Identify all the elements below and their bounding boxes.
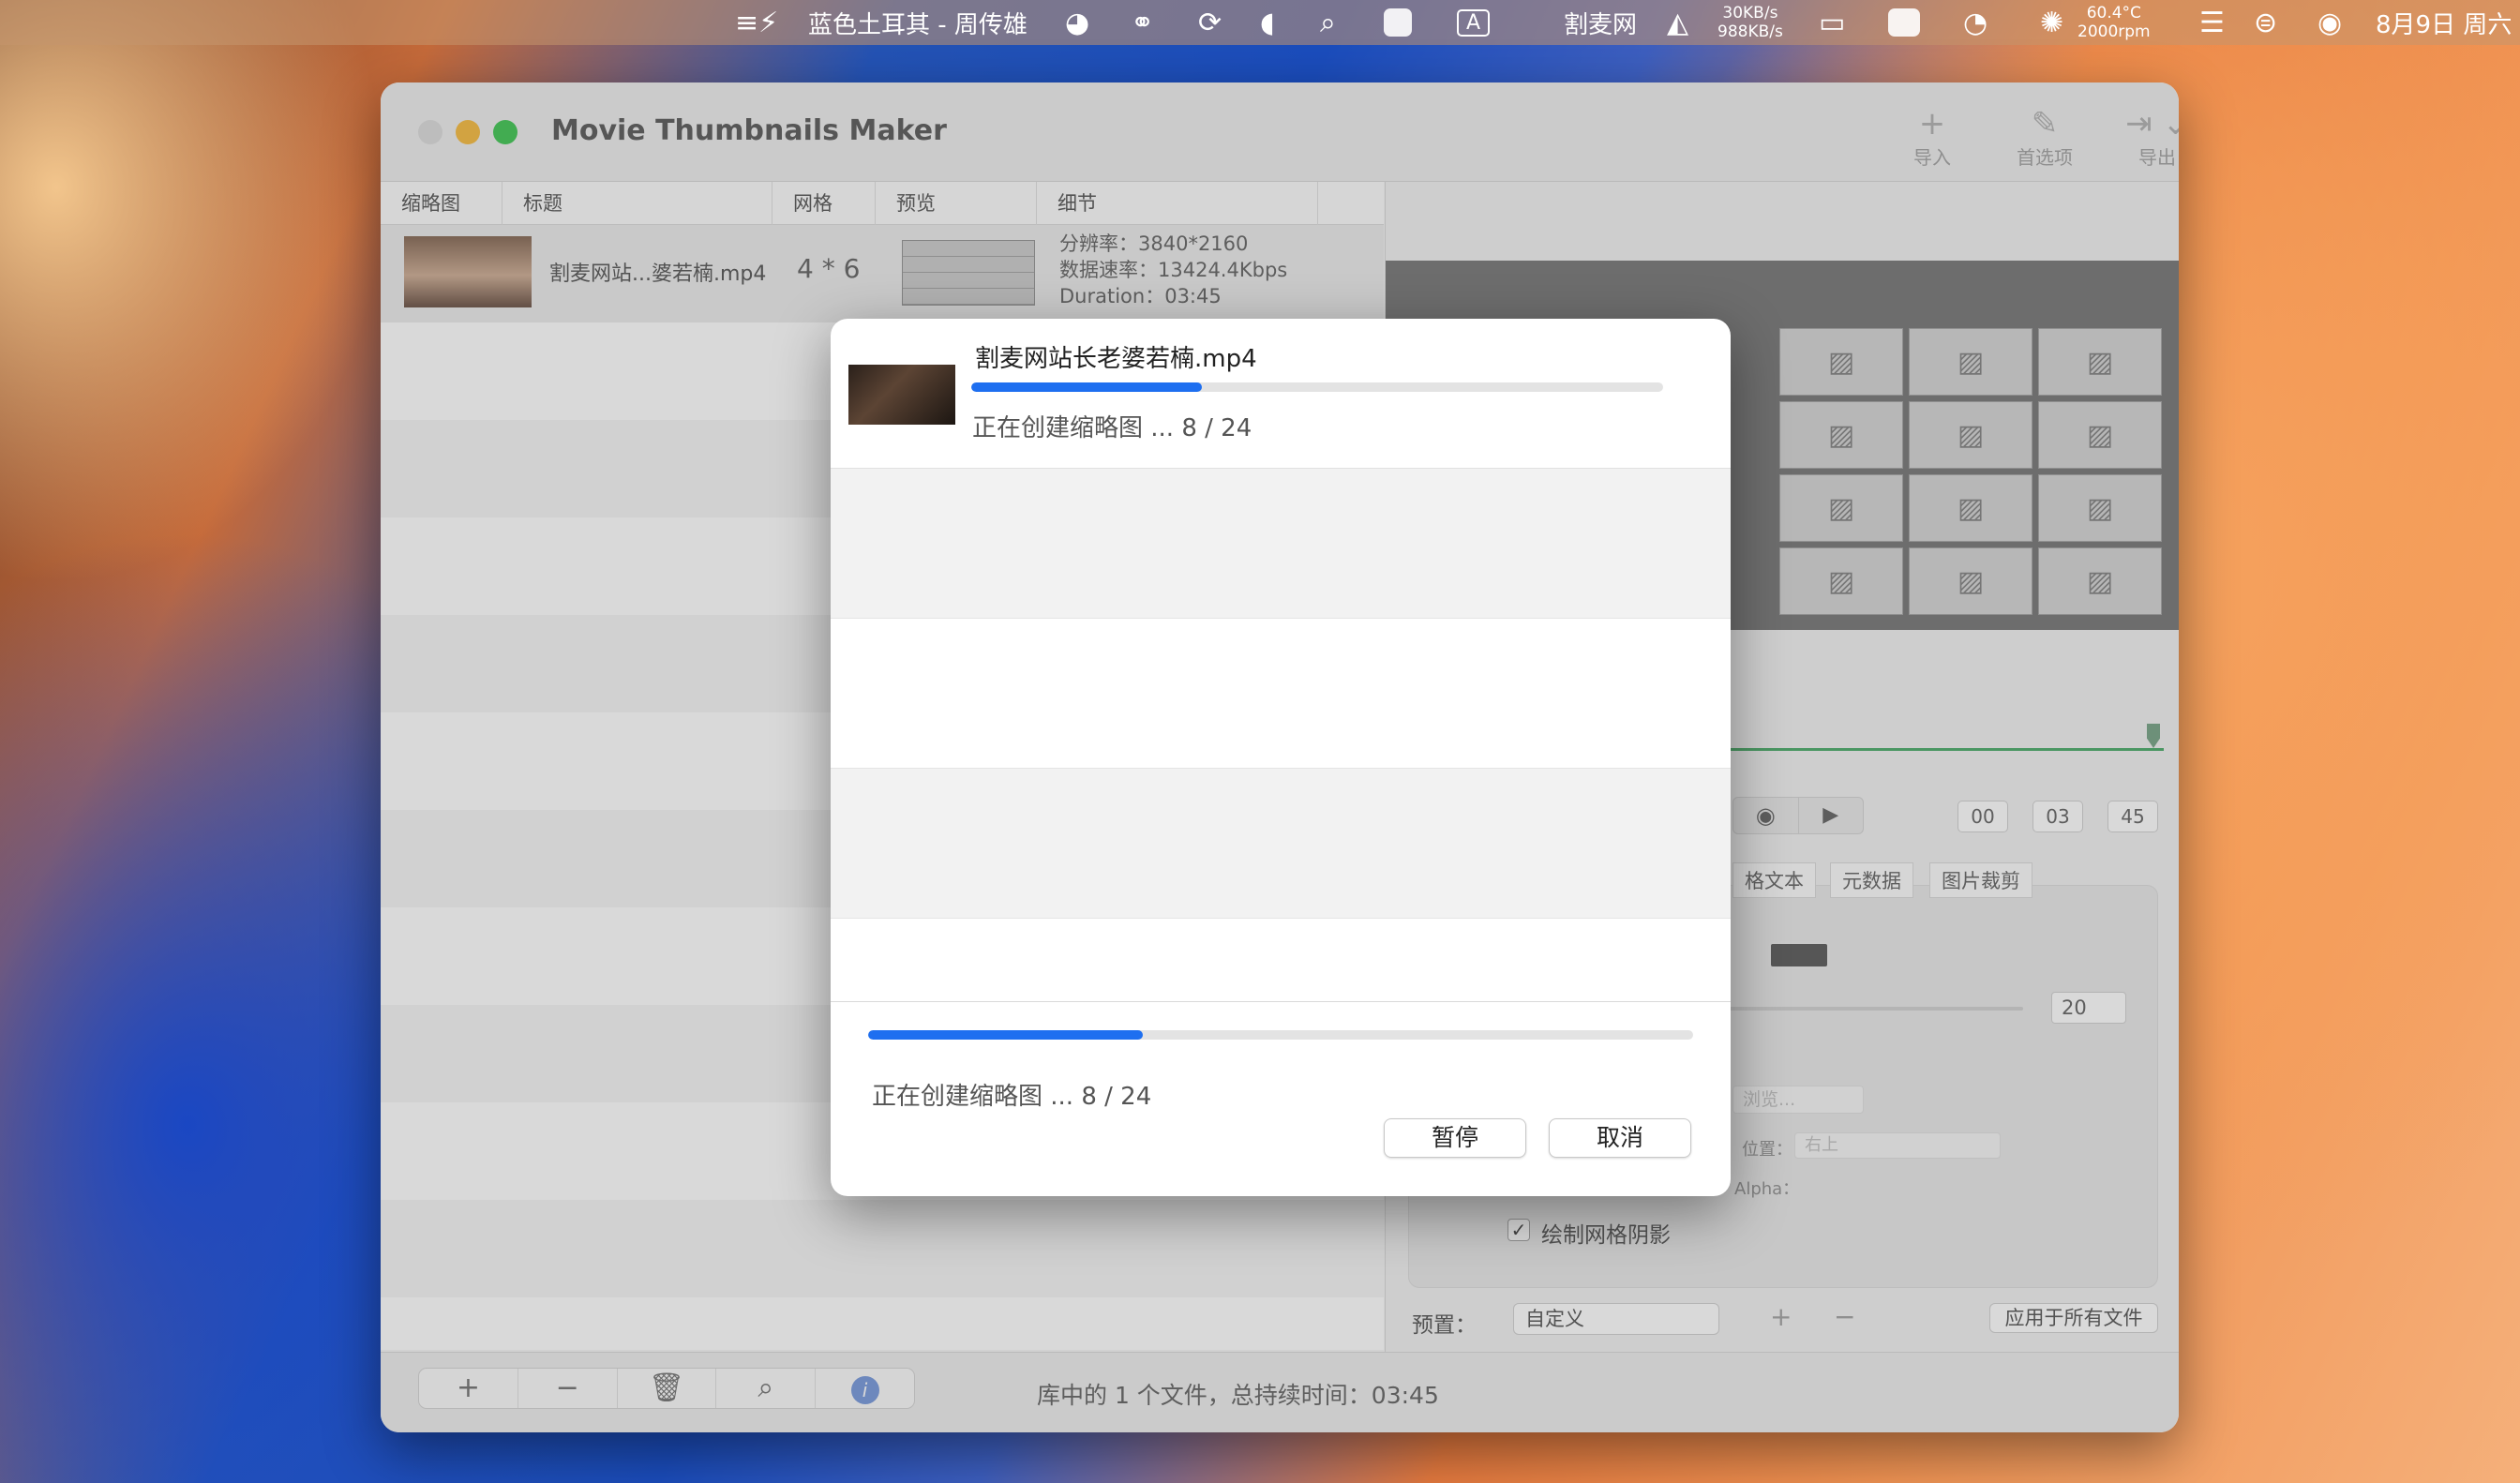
search-icon[interactable]: ⌕ bbox=[1320, 0, 1336, 45]
input-method-icon[interactable]: A bbox=[1457, 0, 1491, 45]
list-item bbox=[831, 769, 1731, 919]
wechat-icon[interactable]: ◔ bbox=[1963, 0, 1988, 45]
progress-dialog: 割麦网站长老婆若楠.mp4 正在创建缩略图 ... 8 / 24 正在创建缩略图… bbox=[831, 319, 1731, 1196]
fan-icon[interactable]: ✺ bbox=[2040, 0, 2063, 45]
control-center-icon[interactable]: ⊜ bbox=[2254, 0, 2277, 45]
list-item bbox=[831, 619, 1731, 769]
link-icon[interactable]: ⚭ bbox=[1131, 0, 1154, 45]
qq-icon[interactable]: ◖ bbox=[1260, 0, 1275, 45]
menu-bar: ≡⚡ 蓝色土耳其 - 周传雄 ◕ ⚭ ⟳ ◖ ⌕ A 割麦网 ◭ 30KB/s … bbox=[0, 0, 2520, 45]
cancel-button[interactable]: 取消 bbox=[1549, 1118, 1691, 1158]
network-speed[interactable]: 30KB/s 988KB/s bbox=[1718, 0, 1783, 45]
dialog-footer: 正在创建缩略图 ... 8 / 24 暂停 取消 bbox=[831, 1001, 1731, 1196]
net-down: 988KB/s bbox=[1718, 22, 1783, 41]
lyrics-icon[interactable]: ≡⚡ bbox=[735, 0, 778, 45]
file-thumbnail bbox=[848, 365, 955, 425]
list-item bbox=[831, 919, 1731, 1001]
siri-icon[interactable]: ◉ bbox=[2318, 0, 2342, 45]
site-label[interactable]: 割麦网 bbox=[1564, 0, 1637, 45]
cow-icon[interactable]: ◕ bbox=[1065, 0, 1089, 45]
overall-progress-bar bbox=[868, 1030, 1693, 1040]
file-name: 割麦网站长老婆若楠.mp4 bbox=[975, 345, 1257, 373]
list-item bbox=[831, 469, 1731, 619]
current-file-item: 割麦网站长老婆若楠.mp4 正在创建缩略图 ... 8 / 24 bbox=[831, 319, 1731, 469]
file-progress-bar bbox=[971, 382, 1663, 392]
system-temp[interactable]: 60.4°C 2000rpm bbox=[2078, 0, 2151, 45]
display-icon[interactable]: ▭ bbox=[1819, 0, 1845, 45]
sync-icon[interactable]: ⟳ bbox=[1198, 0, 1222, 45]
pause-button[interactable]: 暂停 bbox=[1384, 1118, 1526, 1158]
list-icon[interactable]: ☰ bbox=[2199, 0, 2225, 45]
cat-icon[interactable]: ◭ bbox=[1667, 0, 1688, 45]
overall-progress-fill bbox=[868, 1030, 1144, 1040]
d-app-icon[interactable] bbox=[1384, 0, 1412, 45]
clock[interactable]: 8月9日 周六 bbox=[2376, 0, 2512, 45]
file-status: 正在创建缩略图 ... 8 / 24 bbox=[972, 414, 1252, 442]
net-up: 30KB/s bbox=[1722, 4, 1778, 22]
temp-value: 60.4°C bbox=[2086, 4, 2141, 22]
photo-icon[interactable] bbox=[1888, 0, 1920, 45]
rpm-value: 2000rpm bbox=[2078, 22, 2151, 41]
overall-status: 正在创建缩略图 ... 8 / 24 bbox=[872, 1083, 1152, 1111]
now-playing[interactable]: 蓝色土耳其 - 周传雄 bbox=[808, 0, 1028, 45]
file-progress-fill bbox=[971, 382, 1202, 392]
